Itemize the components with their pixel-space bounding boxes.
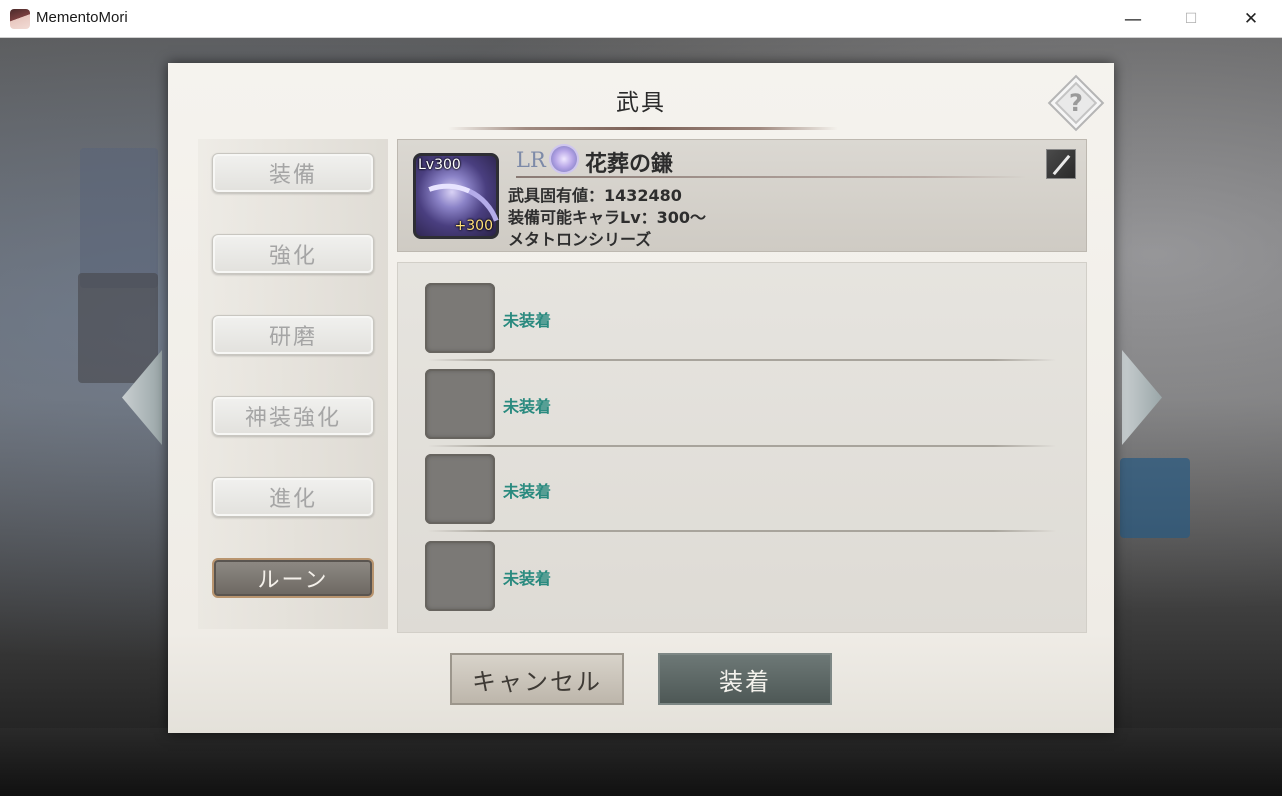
rune-slot-row[interactable]: 未装着 xyxy=(398,434,1088,532)
weapon-rarity: LR xyxy=(516,148,546,172)
rune-slot-panel: 未装着 未装着 未装着 未装着 xyxy=(397,262,1087,633)
app-icon xyxy=(10,9,30,29)
rune-slot[interactable] xyxy=(425,369,495,439)
window-titlebar: MementoMori — ☐ ✕ xyxy=(0,0,1282,38)
menu-item-enhance[interactable]: 強化 xyxy=(212,234,374,274)
rune-slot-row[interactable]: 未装着 xyxy=(398,349,1088,447)
weapon-level: Lv300 xyxy=(418,157,461,173)
menu-item-divine-enhance[interactable]: 神装強化 xyxy=(212,396,374,436)
window-title: MementoMori xyxy=(36,9,128,26)
rune-slot-row[interactable]: 未装着 xyxy=(398,521,1088,611)
close-button[interactable]: ✕ xyxy=(1228,0,1274,38)
help-icon[interactable]: ? xyxy=(1056,83,1096,123)
maximize-button[interactable]: ☐ xyxy=(1168,0,1214,38)
rarity-emblem-icon xyxy=(551,146,577,172)
menu-panel xyxy=(198,139,388,629)
title-divider xyxy=(448,127,838,130)
weapon-series: メタトロンシリーズ xyxy=(508,230,652,249)
rune-slot[interactable] xyxy=(425,541,495,611)
weapon-info-card: Lv300 +300 LR 花葬の鎌 武具固有値：1432480 装備可能キャラ… xyxy=(397,139,1087,252)
rune-slot-row[interactable]: 未装着 xyxy=(398,263,1088,361)
rune-slot-status: 未装着 xyxy=(503,569,552,588)
minimize-button[interactable]: — xyxy=(1110,0,1156,38)
weapon-equip-level: 装備可能キャラLv：300～ xyxy=(508,208,707,227)
weapon-unique-value: 武具固有値：1432480 xyxy=(508,186,682,205)
weapon-thumbnail[interactable]: Lv300 +300 xyxy=(413,153,499,239)
rune-slot-status: 未装着 xyxy=(503,482,552,501)
rune-slot-status: 未装着 xyxy=(503,311,552,330)
background-character-card xyxy=(80,148,158,288)
weapon-plus-value: +300 xyxy=(454,218,493,234)
rune-slot-status: 未装着 xyxy=(503,397,552,416)
cancel-button[interactable]: キャンセル xyxy=(450,653,624,705)
background-character-card xyxy=(78,273,158,383)
rune-slot[interactable] xyxy=(425,283,495,353)
weapon-name: 花葬の鎌 xyxy=(585,152,674,177)
equip-button[interactable]: 装着 xyxy=(658,653,832,705)
menu-item-polish[interactable]: 研磨 xyxy=(212,315,374,355)
dialog-title: 武具 xyxy=(616,90,666,116)
menu-item-equip[interactable]: 装備 xyxy=(212,153,374,193)
background-bottom-bar xyxy=(0,728,1282,796)
menu-item-rune[interactable]: ルーン xyxy=(212,558,374,598)
sword-icon xyxy=(1046,149,1076,179)
weapon-dialog: 武具 ? 装備 強化 研磨 神装強化 進化 ルーン Lv300 +300 LR … xyxy=(168,63,1114,733)
name-divider xyxy=(516,176,1026,178)
menu-item-evolve[interactable]: 進化 xyxy=(212,477,374,517)
rune-slot[interactable] xyxy=(425,454,495,524)
background-panel xyxy=(1120,458,1190,538)
